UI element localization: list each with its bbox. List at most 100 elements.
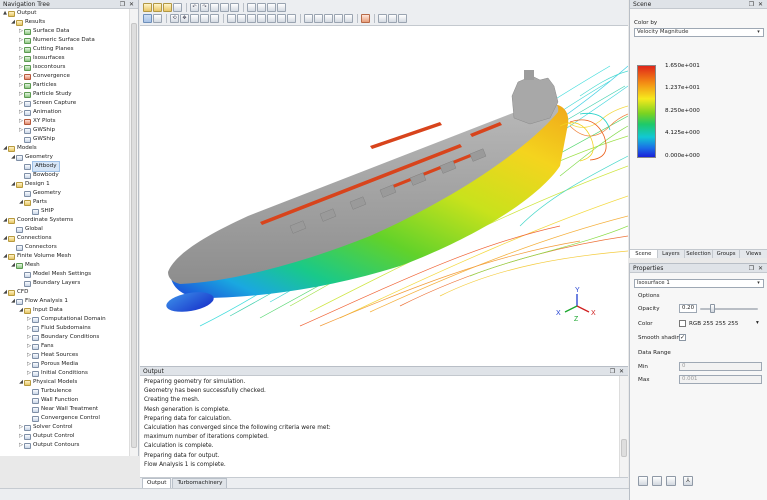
zoom-fit-icon[interactable] [200,14,209,23]
tree-item[interactable]: ▷ GWShip [0,126,129,135]
float-properties-icon[interactable]: ❐ [748,265,755,272]
tree-item[interactable]: Boundary Layers [0,279,129,288]
background-icon[interactable] [344,14,353,23]
float-scene-icon[interactable]: ❐ [748,1,755,8]
view-left-icon[interactable] [277,14,286,23]
tree-item[interactable]: ▷ Screen Capture [0,99,129,108]
tree-item[interactable]: Global [0,225,129,234]
section-view-icon[interactable] [304,14,313,23]
delete-icon[interactable] [230,3,239,12]
tree-item[interactable]: Convergence Control [0,414,129,423]
tree-item[interactable]: ▷ Convergence [0,72,129,81]
tree-item[interactable]: ▷ Output Control [0,432,129,441]
triad-icon[interactable] [398,14,407,23]
view-top-icon[interactable] [257,14,266,23]
copy-icon[interactable] [210,3,219,12]
undo-icon[interactable]: ↶ [190,3,199,12]
tree-scrollbar[interactable] [129,9,138,456]
folder-open-icon[interactable] [143,3,152,12]
smooth-shading-checkbox[interactable]: ✓ [679,334,686,341]
max-input[interactable]: 0.001 [679,375,762,384]
copy-settings-icon[interactable] [652,476,662,486]
close-scene-icon[interactable]: ✕ [757,1,764,8]
apply-icon[interactable] [638,476,648,486]
tree-item[interactable]: ▷ Computational Domain [0,315,129,324]
select-icon[interactable] [247,3,256,12]
view-right-icon[interactable] [287,14,296,23]
legend-icon[interactable] [388,14,397,23]
zoom-box-icon[interactable] [210,14,219,23]
tree-item[interactable]: ◢ Flow Analysis 1 [0,297,129,306]
tree-item[interactable]: Geometry [0,189,129,198]
tree-item[interactable]: ▷ XY Plots [0,117,129,126]
close-properties-icon[interactable]: ✕ [757,265,764,272]
tree-scroll-thumb[interactable] [131,23,137,448]
view-iso-icon[interactable] [227,14,236,23]
tree-item[interactable]: ▷ Isocontours [0,63,129,72]
close-panel-icon[interactable]: ✕ [128,1,135,8]
tree-item[interactable]: ▷ Particles [0,81,129,90]
tree-item[interactable]: ◢ Design 1 [0,180,129,189]
results-display-icon[interactable] [361,14,370,23]
opacity-slider-thumb[interactable] [709,304,715,313]
tree-item[interactable]: ▷ Fluid Subdomains [0,324,129,333]
close-output-icon[interactable]: ✕ [618,368,625,375]
3d-viewport[interactable]: Y X X Z [140,26,628,366]
color-swatch[interactable] [679,320,686,327]
tree-item[interactable]: ▷ Isosurfaces [0,54,129,63]
tree-item[interactable]: ▷ Output Contours [0,441,129,450]
measure-icon[interactable] [314,14,323,23]
tree-item[interactable]: Turbulence [0,387,129,396]
tree-item[interactable]: ▷ Heat Sources [0,351,129,360]
tree-item[interactable]: ▷ Cutting Planes [0,45,129,54]
tree-item[interactable]: SHIP [0,207,129,216]
tab-scene[interactable]: Scene [630,250,658,258]
tree-item[interactable]: Bowbody [0,171,129,180]
tree-item[interactable]: ◢ CFD [0,288,129,297]
tree-item[interactable]: Wall Function [0,396,129,405]
tree-item[interactable]: ▷ Initial Conditions [0,369,129,378]
shaded-view-icon[interactable] [143,14,152,23]
tree-item[interactable]: ▷ Surface Data [0,27,129,36]
save-icon[interactable] [153,3,162,12]
tree-item[interactable]: ▷ Numeric Surface Data [0,36,129,45]
output-scroll-thumb[interactable] [621,439,627,457]
object-select[interactable]: Isosurface 1 ▾ [634,279,764,288]
paste-icon[interactable] [220,3,229,12]
tree-item[interactable]: ◢ Physical Models [0,378,129,387]
paste-settings-icon[interactable] [666,476,676,486]
tree-item[interactable]: Near Wall Treatment [0,405,129,414]
tree-item[interactable]: Connectors [0,243,129,252]
tree-item[interactable]: ▷ Porous Media [0,360,129,369]
tab-views[interactable]: Views [740,250,767,258]
tab-groups[interactable]: Groups [713,250,741,258]
tab-turbomachinery[interactable]: Turbomachinery [172,478,228,488]
tree-item[interactable]: ◢ Parts [0,198,129,207]
view-back-icon[interactable] [247,14,256,23]
tab-selection[interactable]: Selection [685,250,713,258]
tree-item[interactable]: GWShip [0,135,129,144]
camera-icon[interactable] [277,3,286,12]
wireframe-view-icon[interactable] [153,14,162,23]
tree-item[interactable]: ◢ Mesh [0,261,129,270]
tree-item[interactable]: ◢ Geometry [0,153,129,162]
tree-item[interactable]: Aftbody [0,161,129,172]
opacity-input[interactable]: 0.20 [679,304,697,313]
opacity-slider-track[interactable] [700,308,758,310]
tree-item[interactable]: ▲ Output [0,9,129,18]
reset-icon[interactable]: ⅄ [683,476,693,486]
tree-item[interactable]: ◢ Models [0,144,129,153]
view-front-icon[interactable] [237,14,246,23]
tree-item[interactable]: ▷ Solver Control [0,423,129,432]
output-scrollbar[interactable] [619,376,628,477]
lasso-icon[interactable] [267,3,276,12]
probe-icon[interactable] [378,14,387,23]
transparency-icon[interactable] [324,14,333,23]
tree-item[interactable]: ◢ Finite Volume Mesh [0,252,129,261]
tree-item[interactable]: ▷ Boundary Conditions [0,333,129,342]
tree-item[interactable]: ▷ Animation [0,108,129,117]
save-as-icon[interactable] [163,3,172,12]
min-input[interactable]: 0 [679,362,762,371]
rotate-icon[interactable]: ⟲ [170,14,179,23]
lighting-icon[interactable] [334,14,343,23]
